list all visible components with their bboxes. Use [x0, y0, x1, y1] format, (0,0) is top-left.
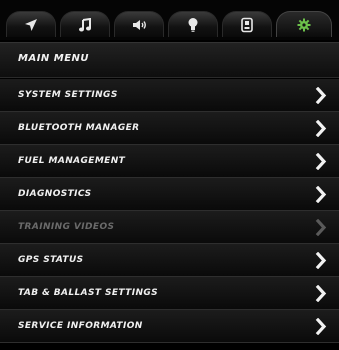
music-note-icon — [79, 17, 91, 31]
device-icon — [241, 17, 253, 32]
light-bulb-icon — [188, 17, 198, 32]
menu-item-tab-ballast-settings[interactable]: TAB & BALLAST SETTINGS — [0, 277, 339, 310]
menu-item-label: BLUETOOTH MANAGER — [18, 123, 140, 133]
menu-item-label: SERVICE INFORMATION — [18, 321, 143, 331]
chevron-right-icon — [315, 252, 327, 269]
menu-item-label: DIAGNOSTICS — [18, 189, 92, 199]
menu-title-bar: MAIN MENU — [0, 42, 339, 78]
chevron-right-icon — [315, 186, 327, 203]
navigation-arrow-icon — [25, 18, 37, 31]
menu-item-label: FUEL MANAGEMENT — [18, 156, 126, 166]
page-title: MAIN MENU — [18, 53, 90, 64]
menu-item-service-information[interactable]: SERVICE INFORMATION — [0, 310, 339, 343]
chevron-right-icon — [315, 153, 327, 170]
menu-item-label: TAB & BALLAST SETTINGS — [18, 288, 159, 298]
speaker-volume-icon — [132, 19, 146, 30]
menu-item-label: SYSTEM SETTINGS — [18, 90, 118, 100]
menu-item-training-videos[interactable]: TRAINING VIDEOS — [0, 211, 339, 244]
chevron-right-icon — [315, 219, 327, 236]
menu-item-label: TRAINING VIDEOS — [18, 222, 115, 232]
menu-item-label: GPS STATUS — [18, 255, 84, 265]
chevron-right-icon — [315, 120, 327, 137]
menu-item-fuel-management[interactable]: FUEL MANAGEMENT — [0, 145, 339, 178]
tab-settings[interactable] — [276, 11, 332, 37]
tab-navigation[interactable] — [6, 11, 56, 37]
chevron-right-icon — [315, 87, 327, 104]
tab-music[interactable] — [60, 11, 110, 37]
tab-lighting[interactable] — [168, 11, 218, 37]
chevron-right-icon — [315, 285, 327, 302]
gear-settings-icon — [297, 18, 311, 31]
menu-item-bluetooth-manager[interactable]: BLUETOOTH MANAGER — [0, 112, 339, 145]
menu-item-system-settings[interactable]: SYSTEM SETTINGS — [0, 79, 339, 112]
tab-audio[interactable] — [114, 11, 164, 37]
menu-item-diagnostics[interactable]: DIAGNOSTICS — [0, 178, 339, 211]
tab-device[interactable] — [222, 11, 272, 37]
chevron-right-icon — [315, 318, 327, 335]
top-tab-bar — [0, 0, 339, 40]
main-menu-screen: MAIN MENU SYSTEM SETTINGS BLUETOOTH MANA… — [0, 0, 339, 350]
main-menu-list: SYSTEM SETTINGS BLUETOOTH MANAGER FUEL M… — [0, 79, 339, 343]
menu-item-gps-status[interactable]: GPS STATUS — [0, 244, 339, 277]
